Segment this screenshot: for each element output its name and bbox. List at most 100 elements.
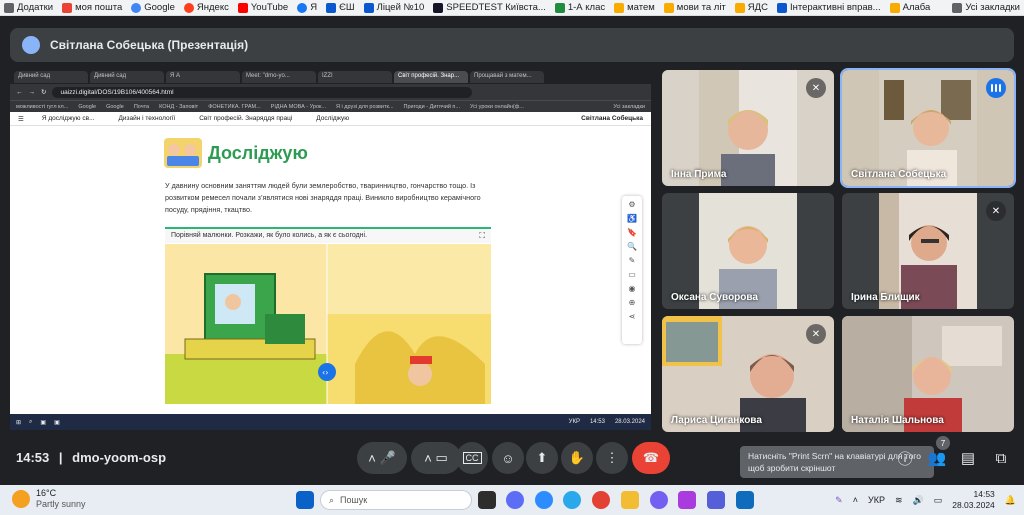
participant-tile[interactable]: ✕ Лариса Циганкова xyxy=(662,316,834,432)
nav-item[interactable]: Дизайн і технології xyxy=(113,115,182,122)
share-icon[interactable]: ⋖ xyxy=(629,312,636,321)
bookmark-yads[interactable]: ЯДС xyxy=(734,2,768,13)
inner-bookmark[interactable]: Я і друзі для розвитк... xyxy=(336,104,393,110)
forward-icon[interactable]: → xyxy=(29,89,36,96)
mic-button[interactable]: ˄ 🎤 xyxy=(357,442,407,474)
browser-tab[interactable]: Прощавай з матем... xyxy=(470,71,544,83)
browser-tab[interactable]: Дивний сад xyxy=(90,71,164,83)
telegram-icon[interactable] xyxy=(563,491,581,509)
bell-icon[interactable]: 🔔 xyxy=(1005,495,1016,506)
inner-bookmark[interactable]: Google xyxy=(78,104,96,110)
search-icon[interactable]: ⌕ xyxy=(29,419,32,426)
inner-bookmark[interactable]: Почта xyxy=(134,104,149,110)
bookmark-esh[interactable]: ЄШ xyxy=(326,2,355,13)
participant-tile[interactable]: Оксана Суворова xyxy=(662,193,834,309)
bookmark-mail[interactable]: моя пошта xyxy=(62,2,122,13)
address-field[interactable]: uaizzi.digital/DOS/19B106/400564.html xyxy=(52,86,473,98)
inner-bookmark[interactable]: Усі уроки онлайн(ф... xyxy=(470,104,524,110)
viber-icon[interactable] xyxy=(650,491,668,509)
browser-tab-active[interactable]: Світ професій. Знар... xyxy=(394,71,468,83)
browser-tab[interactable]: Дивний сад xyxy=(14,71,88,83)
file-explorer-icon[interactable] xyxy=(621,491,639,509)
activities-button[interactable]: ⧉ xyxy=(985,442,1017,474)
system-tray: ✎ ˄ УКР ≋ 🔊 ▭ 14:53 28.03.2024 🔔 xyxy=(835,489,1016,511)
inner-bookmark[interactable]: Пригоди - Дитячий п... xyxy=(404,104,460,110)
bookmark-icon[interactable]: 🔖 xyxy=(627,228,637,237)
bookmark-lang[interactable]: мови та літ xyxy=(663,2,726,13)
bookmark-speedtest[interactable]: SPEEDTEST Київста... xyxy=(433,2,546,13)
store-icon[interactable] xyxy=(707,491,725,509)
nav-item[interactable]: Я досліджую св... xyxy=(36,115,101,122)
battery-icon[interactable]: ▭ xyxy=(934,495,943,506)
present-button[interactable]: ⬆ xyxy=(526,442,558,474)
all-bookmarks[interactable]: Усі закладки xyxy=(952,2,1020,13)
weather-widget[interactable]: 16°C Partly sunny xyxy=(12,488,86,510)
nav-item[interactable]: Світ професій. Знаряддя праці xyxy=(193,115,298,122)
wifi-icon[interactable]: ≋ xyxy=(895,495,903,506)
accessibility-icon[interactable]: ♿ xyxy=(627,214,637,223)
bookmark-lyceum[interactable]: Ліцей №10 xyxy=(363,2,424,13)
bookmark-alaba[interactable]: Алаба xyxy=(889,2,930,13)
app-icon[interactable]: ▣ xyxy=(40,419,46,426)
participant-tile[interactable]: Наталія Шальнова xyxy=(842,316,1014,432)
start-icon[interactable] xyxy=(296,491,314,509)
inner-bookmark[interactable]: ФОНЕТИКА. ГРАМ... xyxy=(208,104,260,110)
camera-button[interactable]: ˄ ▭ xyxy=(411,442,461,474)
inner-bookmark[interactable]: можливості гугл кл... xyxy=(16,104,68,110)
participant-name: Ірина Блищик xyxy=(851,292,920,303)
nav-item[interactable]: Досліджую xyxy=(310,115,355,122)
site-user[interactable]: Світлана Собецька xyxy=(581,115,643,122)
screen-icon[interactable]: ▭ xyxy=(628,270,636,279)
search-icon[interactable]: 🔍 xyxy=(627,242,637,251)
back-icon[interactable]: ← xyxy=(16,89,23,96)
bookmark-apps[interactable]: Додатки xyxy=(4,2,53,13)
inner-bookmark[interactable]: КОНД - Заповіт xyxy=(159,104,198,110)
fullscreen-icon[interactable]: ⛶ xyxy=(479,231,485,241)
participant-tile[interactable]: ✕ Інна Прима xyxy=(662,70,834,186)
gear-icon[interactable]: ⚙ xyxy=(628,200,635,209)
comparison-illustration[interactable]: ‹› xyxy=(165,244,491,404)
emoji-button[interactable]: ☺ xyxy=(492,442,524,474)
inner-all-bookmarks[interactable]: Усі закладки xyxy=(613,104,645,110)
inner-bookmark[interactable]: Google xyxy=(106,104,124,110)
info-button[interactable]: ⓘ xyxy=(889,442,921,474)
clock[interactable]: 14:53 28.03.2024 xyxy=(952,489,995,511)
bookmark-facebook[interactable]: Я xyxy=(297,2,317,13)
eye-icon[interactable]: ◉ xyxy=(629,284,636,293)
menu-icon[interactable]: ☰ xyxy=(18,115,24,123)
reload-icon[interactable]: ↻ xyxy=(41,88,46,96)
bookmark-google[interactable]: Google xyxy=(131,2,175,13)
copilot-icon[interactable] xyxy=(506,491,524,509)
chevron-up-icon[interactable]: ˄ xyxy=(853,495,858,505)
task-view-icon[interactable] xyxy=(478,491,496,509)
raise-hand-button[interactable]: ✋ xyxy=(561,442,593,474)
volume-icon[interactable]: 🔊 xyxy=(913,495,924,506)
participant-tile-active[interactable]: Світлана Собецька xyxy=(840,68,1016,188)
more-options-button[interactable]: ⋮ xyxy=(596,442,628,474)
inner-bookmark[interactable]: РІДНА МОВА - Урок... xyxy=(271,104,326,110)
zoom-icon[interactable] xyxy=(535,491,553,509)
lang-indicator[interactable]: УКР xyxy=(868,495,885,505)
bookmark-youtube[interactable]: YouTube xyxy=(237,2,288,13)
browser-tab[interactable]: IZZI xyxy=(318,71,392,83)
bookmark-class[interactable]: 1-А клас xyxy=(554,2,605,13)
bookmark-interactive[interactable]: Інтерактивні вправ... xyxy=(776,2,881,13)
bookmark-yandex[interactable]: Яндекс xyxy=(183,2,229,13)
bookmark-math[interactable]: матем xyxy=(614,2,655,13)
people-icon: 👥 xyxy=(927,450,947,467)
app-icon[interactable]: ▣ xyxy=(54,419,60,426)
browser-tab[interactable]: Я А xyxy=(166,71,240,83)
pen-icon[interactable]: ✎ xyxy=(835,495,843,506)
chrome-icon[interactable] xyxy=(592,491,610,509)
mail-icon[interactable] xyxy=(736,491,754,509)
app-icon[interactable] xyxy=(678,491,696,509)
browser-tab[interactable]: Meet: "dmo-yo... xyxy=(242,71,316,83)
pen-icon[interactable]: ✎ xyxy=(629,256,636,265)
target-icon[interactable]: ⊕ xyxy=(629,298,636,307)
participant-tile[interactable]: ✕ Ірина Блищик xyxy=(842,193,1014,309)
hangup-button[interactable]: ☎ xyxy=(632,442,670,474)
search-input[interactable]: ⌕ Пошук xyxy=(320,490,472,510)
captions-button[interactable]: CC xyxy=(456,442,488,474)
chat-button[interactable]: ▤ xyxy=(952,442,984,474)
windows-icon[interactable]: ⊞ xyxy=(16,419,21,426)
